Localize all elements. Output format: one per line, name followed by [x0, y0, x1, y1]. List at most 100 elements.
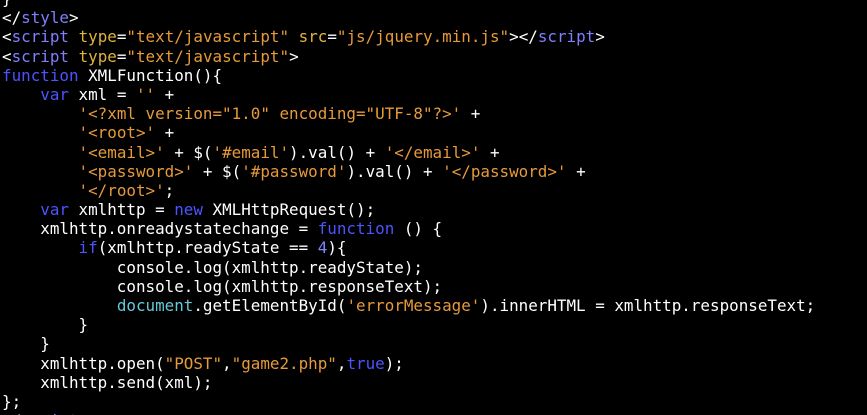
code-token-keyword: var	[40, 200, 69, 220]
code-token-plain: >	[289, 46, 299, 66]
code-token-attr: type	[78, 27, 117, 47]
code-token-plain: + $(	[193, 161, 242, 181]
code-token-plain: </	[2, 8, 22, 28]
code-token-string: '<password>'	[78, 161, 194, 181]
code-line: function XMLFunction(){	[2, 66, 815, 85]
code-line: '<password>' + $('#password').val() + '<…	[2, 162, 815, 181]
code-token-plain: +	[480, 142, 500, 162]
code-token-plain: +	[155, 123, 175, 143]
code-line: }	[2, 334, 815, 353]
code-token-plain: }	[2, 0, 12, 8]
code-token-keyword: var	[40, 84, 69, 104]
code-token-plain: };	[2, 391, 22, 411]
code-line: '<email>' + $('#email').val() + '</email…	[2, 143, 815, 162]
code-line: var xml = '' +	[2, 85, 815, 104]
code-token-plain: }	[2, 334, 50, 354]
code-token-plain: + $(	[164, 142, 213, 162]
code-line: };	[2, 392, 815, 411]
code-token-plain: ){	[327, 238, 347, 258]
code-token-plain: (xmlhttp.readyState ==	[97, 238, 318, 258]
code-token-string: '<?xml version="1.0" encoding="UTF-8"?>'	[78, 104, 462, 124]
code-line: </style>	[2, 8, 815, 27]
code-lines: }</style><script type="text/javascript" …	[2, 0, 815, 415]
code-token-tag: script	[11, 46, 69, 66]
code-line: xmlhttp.onreadystatechange = function ()…	[2, 219, 815, 238]
code-token-plain: =	[327, 27, 337, 47]
code-token-string: '</password>'	[442, 161, 567, 181]
code-token-plain: xmlhttp =	[68, 200, 175, 220]
code-token-plain: =	[116, 27, 127, 47]
code-token-string: "js/jquery.min.js"	[336, 27, 510, 47]
code-token-plain: xmlhttp.open(	[2, 353, 165, 373]
code-token-number: 4	[317, 238, 328, 258]
code-token-keyword: true	[346, 353, 385, 373]
code-line: console.log(xmlhttp.responseText);	[2, 277, 815, 296]
code-line: }	[2, 0, 815, 8]
code-token-tag: script	[21, 411, 78, 415]
code-token-string: "POST"	[164, 353, 223, 373]
code-token-plain: xml =	[68, 84, 136, 104]
code-line: '<root>' +	[2, 123, 815, 142]
code-line: xmlhttp.send(xml);	[2, 373, 815, 392]
code-token-plain: >	[68, 8, 79, 28]
code-token-plain: ;	[164, 180, 175, 200]
code-token-plain: XMLFunction(){	[78, 65, 223, 85]
code-token-string: 'errorMessage'	[346, 296, 481, 315]
code-token-plain: +	[155, 84, 175, 104]
code-token-string: ''	[135, 84, 156, 104]
code-token-attr: type	[78, 46, 117, 66]
code-token-string: '</root>'	[78, 180, 165, 200]
code-line: document.getElementById('errorMessage').…	[2, 296, 815, 315]
code-token-string: "text/javascript"	[126, 27, 290, 47]
code-token-string: "game2.php"	[231, 353, 337, 373]
code-token-string: '</email>'	[384, 142, 481, 162]
code-token-keyword: if	[78, 238, 98, 258]
code-token-plain: <	[2, 27, 12, 47]
code-token-plain: </	[2, 411, 21, 415]
code-token-plain: console.log(xmlhttp.readyState);	[2, 257, 423, 277]
code-line: console.log(xmlhttp.readyState);	[2, 258, 815, 277]
code-editor-view[interactable]: }</style><script type="text/javascript" …	[0, 0, 867, 415]
code-line: <script type="text/javascript">	[2, 47, 815, 66]
code-token-plain: >	[595, 27, 605, 47]
code-token-plain: =	[116, 46, 127, 66]
code-token-string: '<root>'	[78, 123, 156, 143]
code-token-plain: ).val() +	[346, 161, 443, 181]
code-line: }	[2, 315, 815, 334]
code-token-tag: style	[21, 8, 69, 28]
code-token-plain: ).val() +	[289, 142, 385, 162]
code-token-ident: document	[116, 296, 194, 315]
code-token-plain: >	[79, 411, 89, 415]
code-token-plain: .getElementById(	[193, 296, 347, 315]
code-line: <script type="text/javascript" src="js/j…	[2, 27, 815, 46]
code-token-plain: () {	[394, 219, 443, 239]
code-line: if(xmlhttp.readyState == 4){	[2, 238, 815, 257]
code-token-plain: );	[384, 353, 404, 373]
code-token-plain: xmlhttp.send(xml);	[2, 372, 213, 392]
code-token-string: "text/javascript"	[126, 46, 290, 66]
code-token-tag: script	[11, 27, 69, 47]
code-token-attr: src	[298, 27, 328, 47]
code-token-plain: ></	[509, 27, 538, 47]
code-line: xmlhttp.open("POST","game2.php",true);	[2, 354, 815, 373]
code-token-keyword: new	[174, 200, 203, 220]
code-line: var xmlhttp = new XMLHttpRequest();	[2, 200, 815, 219]
code-token-keyword: function	[317, 219, 395, 239]
code-token-plain: +	[566, 161, 586, 181]
code-token-plain: XMLHttpRequest();	[202, 200, 376, 220]
code-token-string: '<email>'	[78, 142, 165, 162]
code-line: '</root>';	[2, 181, 815, 200]
code-token-plain: ).innerHTML = xmlhttp.responseText;	[480, 296, 816, 315]
